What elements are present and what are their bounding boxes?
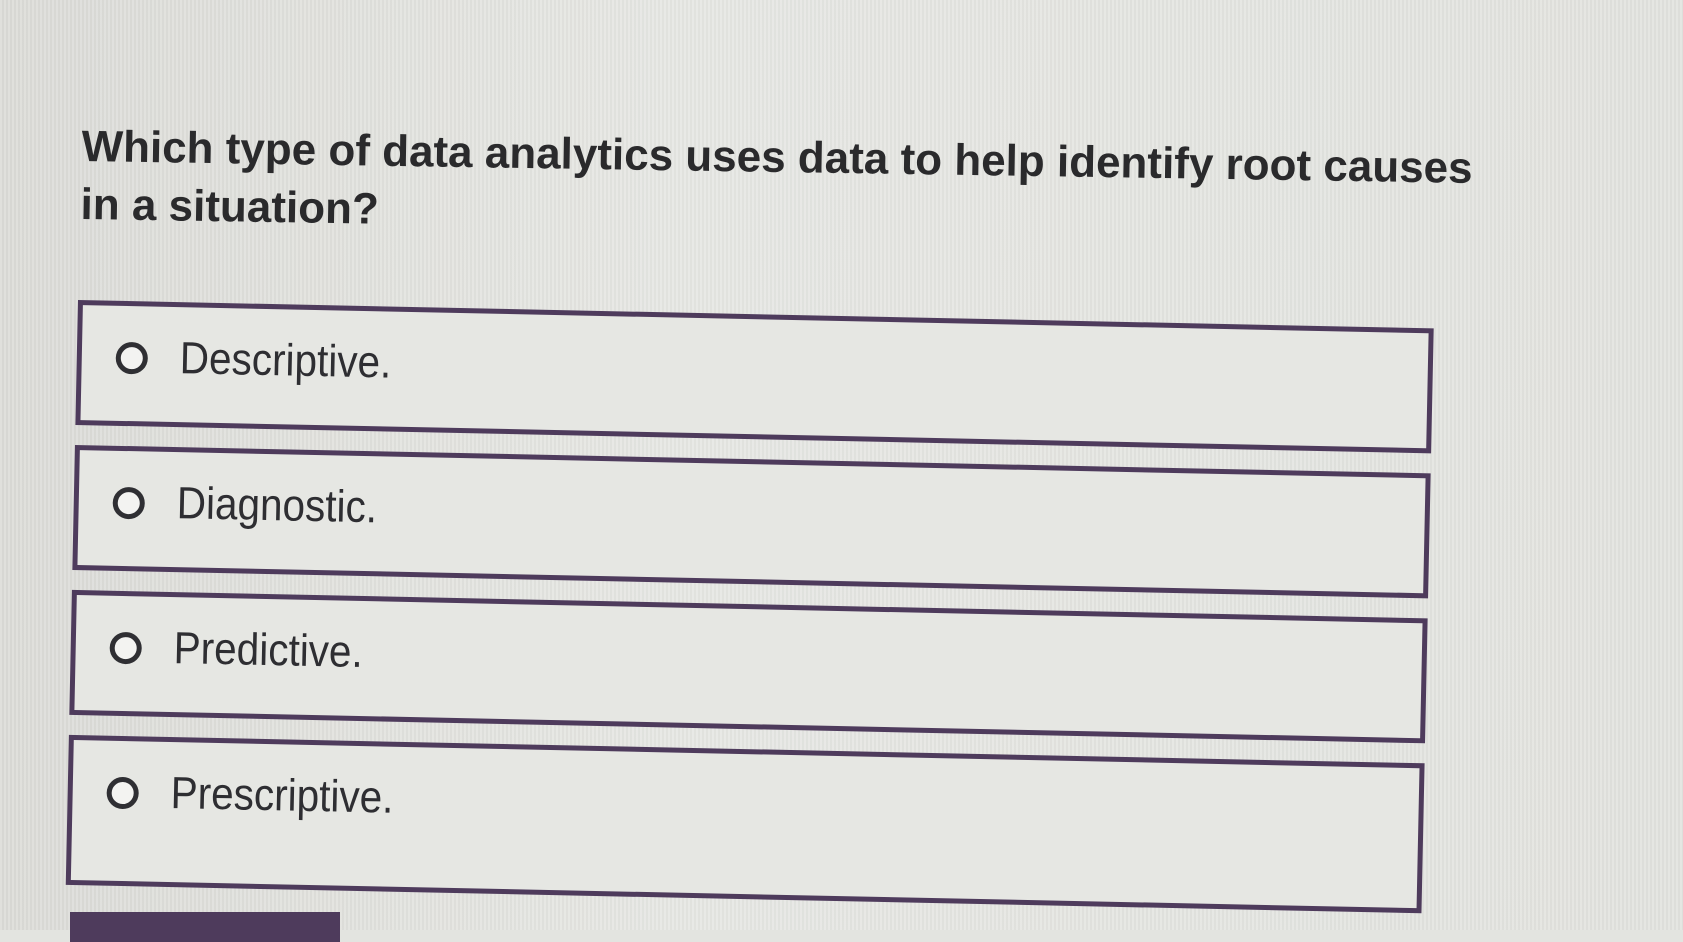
option-label: Predictive.	[173, 622, 364, 678]
footer-bar	[70, 912, 340, 942]
radio-button[interactable]	[115, 341, 149, 375]
radio-button[interactable]	[112, 486, 146, 520]
option-label: Prescriptive.	[170, 767, 395, 823]
radio-button[interactable]	[106, 776, 140, 810]
answer-options: Descriptive. Diagnostic. Predictive. Pre…	[65, 300, 1437, 933]
option-predictive[interactable]: Predictive.	[69, 589, 1428, 744]
option-label: Diagnostic.	[176, 477, 378, 533]
option-diagnostic[interactable]: Diagnostic.	[72, 444, 1431, 599]
radio-button[interactable]	[109, 631, 143, 665]
option-label: Descriptive.	[179, 332, 392, 388]
option-descriptive[interactable]: Descriptive.	[75, 300, 1434, 454]
question-text: Which type of data analytics uses data t…	[80, 121, 1473, 234]
quiz-page: Which type of data analytics uses data t…	[0, 0, 1683, 942]
option-prescriptive[interactable]: Prescriptive.	[65, 734, 1425, 914]
